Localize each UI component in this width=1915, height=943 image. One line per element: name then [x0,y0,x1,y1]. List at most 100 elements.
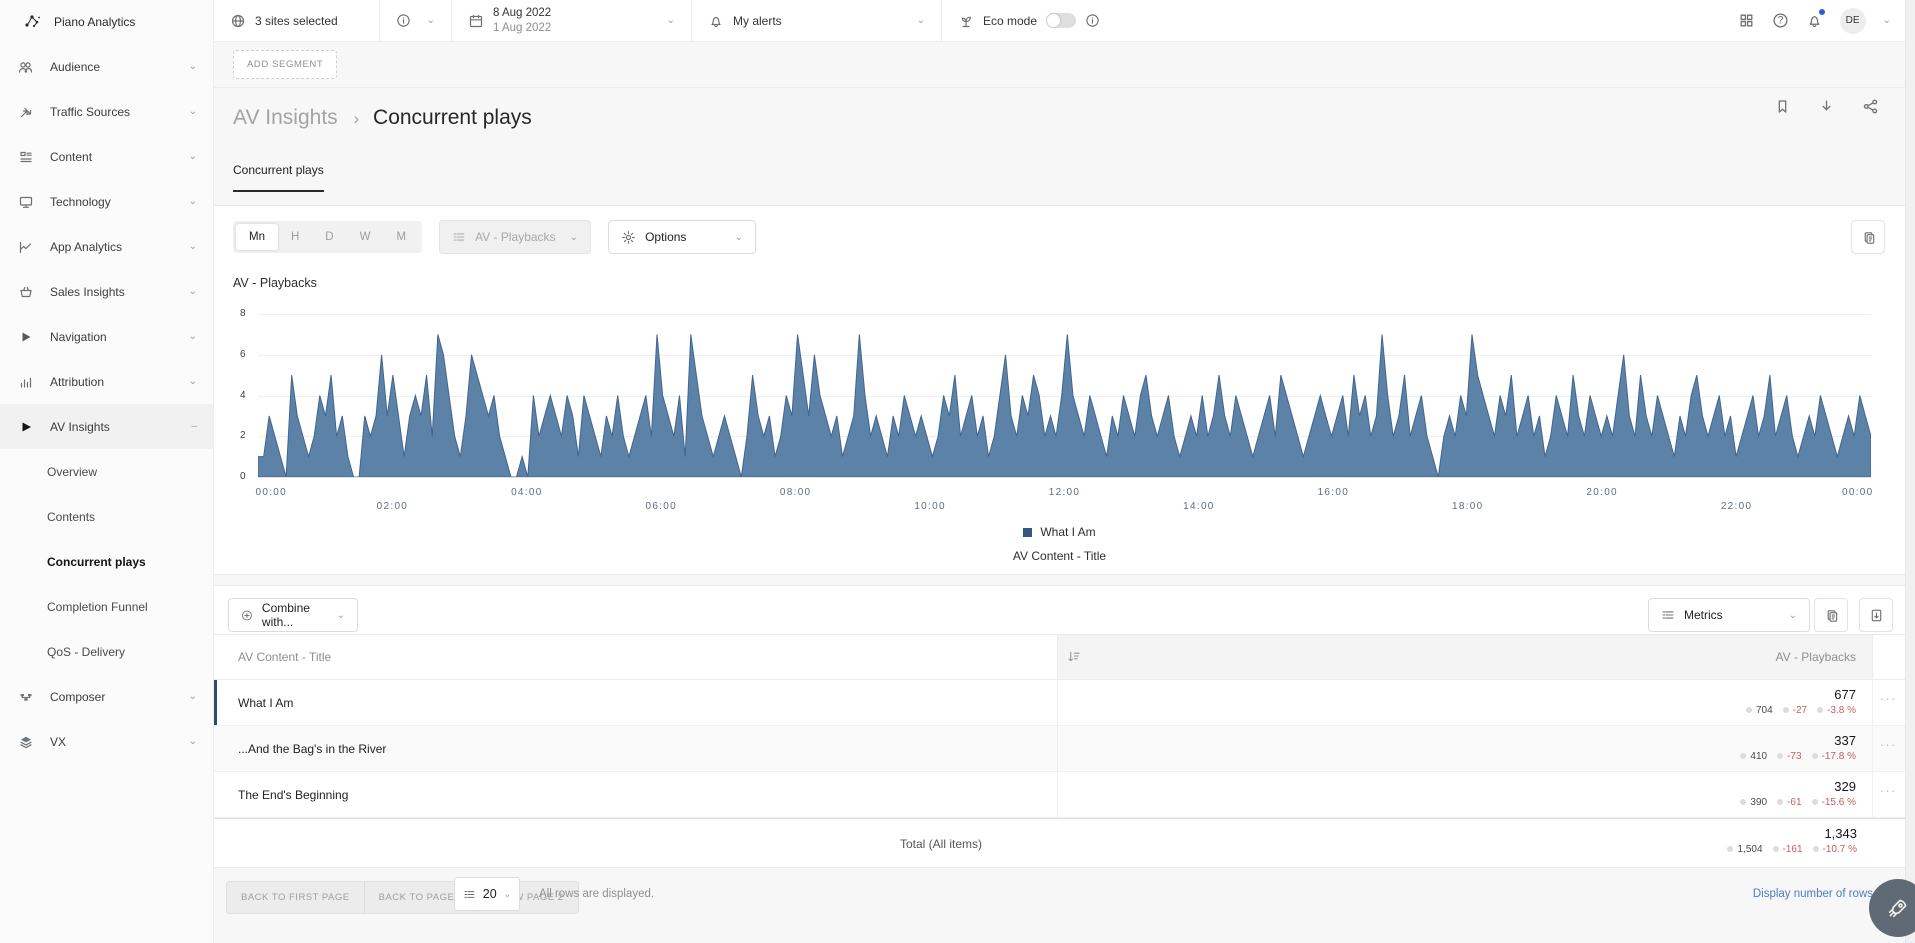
date-start: 8 Aug 2022 [493,6,551,20]
table-row[interactable]: What I Am 677 704-27-3.8 % ... [214,680,1905,726]
sidebar-subitem-concurrent-plays[interactable]: Concurrent plays [0,539,213,584]
x-tick-label: 22:00 [1721,501,1753,512]
rows-status: All rows are displayed. [539,888,654,900]
metrics-select[interactable]: Metrics ⌄ [1648,598,1810,632]
breadcrumb: AV Insights › Concurrent plays [233,106,532,130]
add-segment-button[interactable]: ADD SEGMENT [233,50,337,79]
sort-descending-icon[interactable] [1066,635,1873,679]
table-card: Combine with... ⌄ Metrics ⌄ AV Content -… [214,585,1905,868]
sites-selector[interactable]: 3 sites selected [214,0,380,41]
bookmark-icon [1774,98,1791,115]
diff-value: -161 [1783,844,1803,855]
share-button[interactable] [1862,98,1879,115]
sidebar-item-content[interactable]: Content ⌄ [0,134,213,179]
sidebar-item-attribution[interactable]: Attribution ⌄ [0,359,213,404]
play-icon [17,419,34,435]
dot-icon [1777,753,1783,759]
list-icon [452,230,466,244]
notifications-button[interactable] [1806,12,1823,29]
metric-select[interactable]: AV - Playbacks ⌄ [439,220,591,254]
chart-legend[interactable]: What I Am [214,525,1905,539]
breadcrumb-parent[interactable]: AV Insights [233,106,338,129]
display-number-of-rows-link[interactable]: Display number of rows [1753,888,1873,900]
sidebar-item-vx[interactable]: VX ⌄ [0,719,213,764]
download-button[interactable] [1818,98,1835,115]
granularity-month-button[interactable]: M [383,224,419,250]
row-title[interactable]: ...And the Bag's in the River [238,726,386,772]
dot-icon [1746,707,1752,713]
chart-copy-button[interactable] [1851,220,1885,254]
alerts-selector[interactable]: My alerts ⌄ [692,0,942,41]
metric-value: 337 [1058,733,1856,748]
back-to-first-page-button[interactable]: BACK TO FIRST PAGE [227,882,365,913]
tab-concurrent-plays[interactable]: Concurrent plays [233,163,324,192]
sidebar-item-av-insights[interactable]: AV Insights – [0,404,213,449]
x-tick-label: 18:00 [1452,501,1484,512]
column-header-dimension[interactable]: AV Content - Title [238,635,331,679]
scrollbar[interactable] [1905,0,1915,943]
row-values: 337 410-73-17.8 % [1057,726,1873,771]
table-row[interactable]: The End's Beginning 329 390-61-15.6 % ..… [214,772,1905,818]
sidebar-item-audience[interactable]: Audience ⌄ [0,44,213,89]
chevron-down-icon: ⌄ [189,691,197,702]
granularity-day-button[interactable]: D [312,224,346,250]
dot-icon [1817,707,1823,713]
sidebar-item-label: AV Insights [50,420,175,434]
granularity-hour-button[interactable]: H [278,224,312,250]
rows-per-page-select[interactable]: 20 ⌄ [454,877,520,911]
bookmark-button[interactable] [1774,98,1791,115]
app-logo[interactable]: Piano Analytics [0,0,213,44]
diff-value: -61 [1787,797,1801,808]
apps-grid-icon[interactable] [1738,12,1755,29]
avatar[interactable]: DE [1840,8,1866,34]
info-icon[interactable] [1085,13,1100,28]
pagination: BACK TO FIRST PAGE BACK TO PAGE 1 SHOW P… [214,873,1905,933]
sites-selected-label: 3 sites selected [255,14,338,28]
info-icon[interactable] [396,13,411,28]
eco-mode-toggle[interactable] [1046,13,1076,28]
sidebar-subitem-overview[interactable]: Overview [0,449,213,494]
sidebar-subitem-qos-delivery[interactable]: QoS - Delivery [0,629,213,674]
chevron-down-icon[interactable]: ⌄ [427,15,435,26]
row-menu-button[interactable]: ... [1880,734,1897,749]
date-range-selector[interactable]: 8 Aug 2022 1 Aug 2022 ⌄ [452,0,692,41]
row-title[interactable]: What I Am [238,680,293,726]
total-label: Total (All items) [214,819,1057,869]
table-row[interactable]: ...And the Bag's in the River 337 410-73… [214,726,1905,772]
x-tick-label: 20:00 [1586,487,1618,498]
chevron-down-icon: ⌄ [189,151,197,162]
sidebar-subitem-completion-funnel[interactable]: Completion Funnel [0,584,213,629]
table-export-button[interactable] [1859,598,1893,632]
row-title[interactable]: The End's Beginning [238,772,348,818]
list-icon [463,888,476,901]
metric-comparison: 390-61-15.6 % [1058,797,1856,808]
metric-comparison: 410-73-17.8 % [1058,751,1856,762]
granularity-week-button[interactable]: W [347,224,384,250]
sidebar-item-technology[interactable]: Technology ⌄ [0,179,213,224]
table-copy-button[interactable] [1814,598,1848,632]
chevron-down-icon: ⌄ [570,232,578,243]
options-select[interactable]: Options ⌄ [608,220,756,254]
row-menu-button[interactable]: ... [1880,688,1897,703]
combine-with-button[interactable]: Combine with... ⌄ [228,598,358,632]
chevron-down-icon[interactable]: ⌄ [1883,15,1891,26]
x-tick-label: 06:00 [645,501,677,512]
granularity-minute-button[interactable]: Mn [236,224,278,250]
sidebar-subitem-contents[interactable]: Contents [0,494,213,539]
sidebar-item-navigation[interactable]: Navigation ⌄ [0,314,213,359]
sidebar-item-sales-insights[interactable]: Sales Insights ⌄ [0,269,213,314]
area-chart [258,314,1871,477]
help-icon[interactable]: ? [1772,12,1789,29]
dot-icon [1740,753,1746,759]
gridline [258,477,1871,478]
legend-series-name: What I Am [1040,525,1095,539]
metrics-label: Metrics [1684,608,1723,622]
options-label: Options [645,230,686,244]
sidebar-item-app-analytics[interactable]: App Analytics ⌄ [0,224,213,269]
sidebar-item-composer[interactable]: Composer ⌄ [0,674,213,719]
row-menu-button[interactable]: ... [1880,780,1897,795]
chevron-down-icon: ⌄ [189,331,197,342]
total-metric-comparison: 1,504-161-10.7 % [1057,844,1857,855]
metric-select-value: AV - Playbacks [475,230,555,244]
sidebar-item-traffic-sources[interactable]: Traffic Sources ⌄ [0,89,213,134]
